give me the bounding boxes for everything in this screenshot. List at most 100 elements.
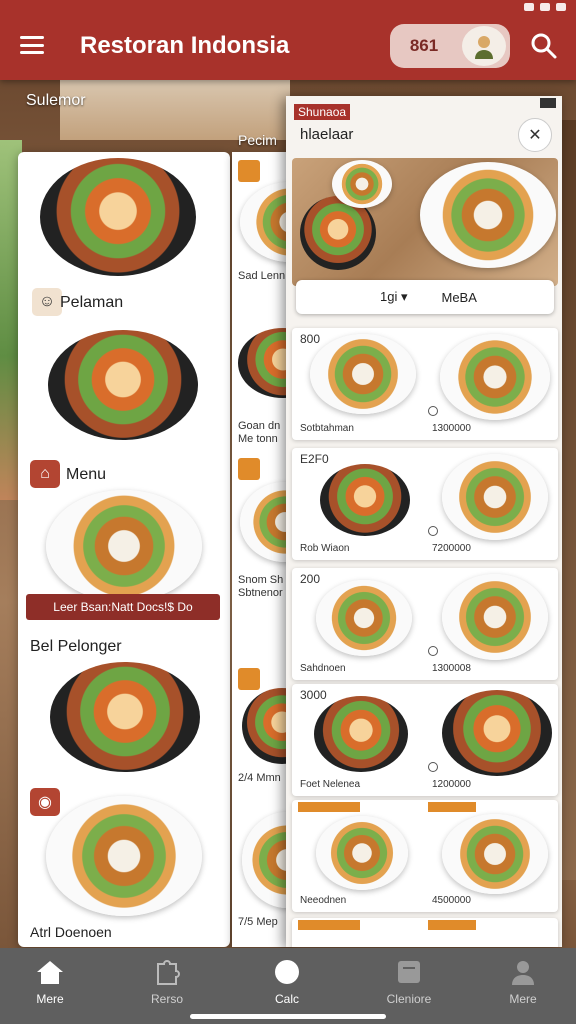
- dish-image: [310, 334, 416, 414]
- app-header: Restoran Indonsia 861: [0, 0, 576, 80]
- menu-item-card[interactable]: E2F0 Rob Wiaon 7200000: [292, 448, 558, 560]
- status-bar: [524, 0, 566, 14]
- info-icon[interactable]: [428, 406, 438, 416]
- dish-image[interactable]: [242, 812, 292, 908]
- left-menu-panel[interactable]: ☺ Pelaman ⌂ Menu Leer Bsan:Natt Docs!$ D…: [18, 152, 230, 947]
- item-price: 800: [300, 332, 321, 346]
- circle-icon: [275, 960, 299, 984]
- dish-label: Sad Lenn: [238, 270, 286, 282]
- wifi-icon: [540, 3, 550, 11]
- item-price: 3000: [300, 688, 327, 702]
- dish-label: 7/5 Mep: [238, 916, 278, 928]
- filter-option[interactable]: MeBA: [442, 290, 477, 305]
- dish-label: Snom Sh Sbtnenor: [238, 574, 284, 599]
- bottom-navigation: Mere Rerso Calc Cleniore Mere: [0, 948, 576, 1024]
- item-price: E2F0: [300, 452, 329, 466]
- item-name: Foet Nelenea: [300, 779, 361, 790]
- filter-bar[interactable]: 1gi ▾ MeBA: [296, 280, 554, 314]
- dish-image[interactable]: [50, 662, 200, 772]
- menu-item-card[interactable]: Neeodnen 4500000: [292, 800, 558, 912]
- panel-tag: Shunaoa: [294, 104, 351, 120]
- section-label: Pelaman: [60, 294, 124, 311]
- overlay-label-mid: Pecim: [238, 132, 277, 148]
- signal-icon: [524, 3, 534, 11]
- dish-image[interactable]: [242, 688, 292, 764]
- section-label[interactable]: Menu: [66, 466, 106, 484]
- info-icon[interactable]: [428, 526, 438, 536]
- menu-item-card[interactable]: 3000 Foet Nelenea 1200000: [292, 684, 558, 796]
- dish-image: [420, 162, 556, 268]
- dish-label: Goan dn Me tonn: [238, 420, 281, 445]
- item-tag: [298, 802, 360, 812]
- hero-image[interactable]: [292, 158, 558, 286]
- category-icon: ◉: [30, 788, 60, 816]
- avatar[interactable]: [462, 26, 506, 66]
- item-amount: 7200000: [432, 543, 471, 554]
- menu-item-card[interactable]: 200 Sahdnoen 1300008: [292, 568, 558, 680]
- nav-label: Mere: [509, 992, 537, 1006]
- item-tag: [428, 920, 476, 930]
- nav-profile[interactable]: Mere: [478, 958, 568, 1006]
- menu-item-card[interactable]: 800 Sotbtahman 1300000: [292, 328, 558, 440]
- info-icon[interactable]: [428, 646, 438, 656]
- ceiling-light: [60, 80, 290, 140]
- nav-label: Cleniore: [386, 992, 432, 1006]
- section-label: Bel Pelonger: [30, 638, 122, 655]
- app-title: Restoran Indonsia: [80, 32, 290, 59]
- category-icon: [238, 458, 260, 480]
- utensils-icon[interactable]: ✕: [518, 118, 552, 152]
- dish-image: [440, 334, 550, 420]
- flag-icon: [540, 98, 556, 108]
- dish-image[interactable]: [40, 158, 196, 276]
- item-amount: 1300000: [432, 423, 471, 434]
- category-icon: [238, 160, 260, 182]
- dish-image[interactable]: [46, 796, 202, 916]
- home-icon: [37, 961, 63, 984]
- promo-banner[interactable]: Leer Bsan:Natt Docs!$ Do: [26, 594, 220, 620]
- user-icon: ☺: [32, 288, 62, 316]
- avatar-icon: [475, 36, 493, 59]
- dish-image: [316, 580, 412, 656]
- home-indicator[interactable]: [190, 1014, 386, 1019]
- nav-rerso[interactable]: Rerso: [122, 958, 212, 1006]
- battery-icon: [556, 3, 566, 11]
- filter-dropdown[interactable]: 1gi ▾: [380, 289, 408, 305]
- dish-image[interactable]: [240, 482, 292, 562]
- nav-label: Mere: [36, 992, 64, 1006]
- item-name: Sahdnoen: [300, 663, 346, 674]
- menu-icon[interactable]: [20, 36, 44, 54]
- dish-image: [442, 574, 548, 660]
- user-pill[interactable]: 861: [390, 24, 510, 68]
- dish-image: [442, 454, 548, 540]
- dish-image: [442, 690, 552, 776]
- category-icon: [238, 668, 260, 690]
- dish-image: [320, 464, 410, 536]
- dish-image: [316, 816, 408, 890]
- dish-image: [314, 696, 408, 772]
- dish-label: 2/4 Mmn: [238, 772, 281, 784]
- section-label: Atrl Doenoen: [30, 924, 112, 940]
- middle-menu-strip[interactable]: Sad Lenn Goan dn Me tonn Snom Sh Sbtneno…: [232, 152, 292, 947]
- nav-home[interactable]: Mere: [5, 958, 95, 1006]
- dish-image[interactable]: [240, 182, 292, 262]
- dish-image: [332, 160, 392, 208]
- pill-count: 861: [409, 36, 439, 55]
- item-name: Rob Wiaon: [300, 543, 350, 554]
- search-icon[interactable]: [530, 32, 558, 60]
- item-name: Sotbtahman: [300, 423, 354, 434]
- dish-image: [442, 814, 548, 894]
- dish-image[interactable]: [46, 490, 202, 602]
- item-tag: [428, 802, 476, 812]
- right-detail-panel[interactable]: Shunaoa hlaelaar ✕ 1gi ▾ MeBA 800 Sotbta…: [286, 96, 562, 947]
- item-name: Neeodnen: [300, 895, 347, 906]
- puzzle-icon: [157, 960, 180, 985]
- dish-image[interactable]: [48, 330, 198, 440]
- info-icon[interactable]: [428, 762, 438, 772]
- nav-label: Rerso: [150, 992, 183, 1006]
- menu-book-icon: ⌂: [30, 460, 60, 488]
- dish-image[interactable]: [238, 328, 292, 398]
- item-amount: 1200000: [432, 779, 471, 790]
- menu-item-card[interactable]: [292, 918, 558, 947]
- nav-cleniore[interactable]: Cleniore: [364, 958, 454, 1006]
- nav-calc[interactable]: Calc: [242, 958, 332, 1006]
